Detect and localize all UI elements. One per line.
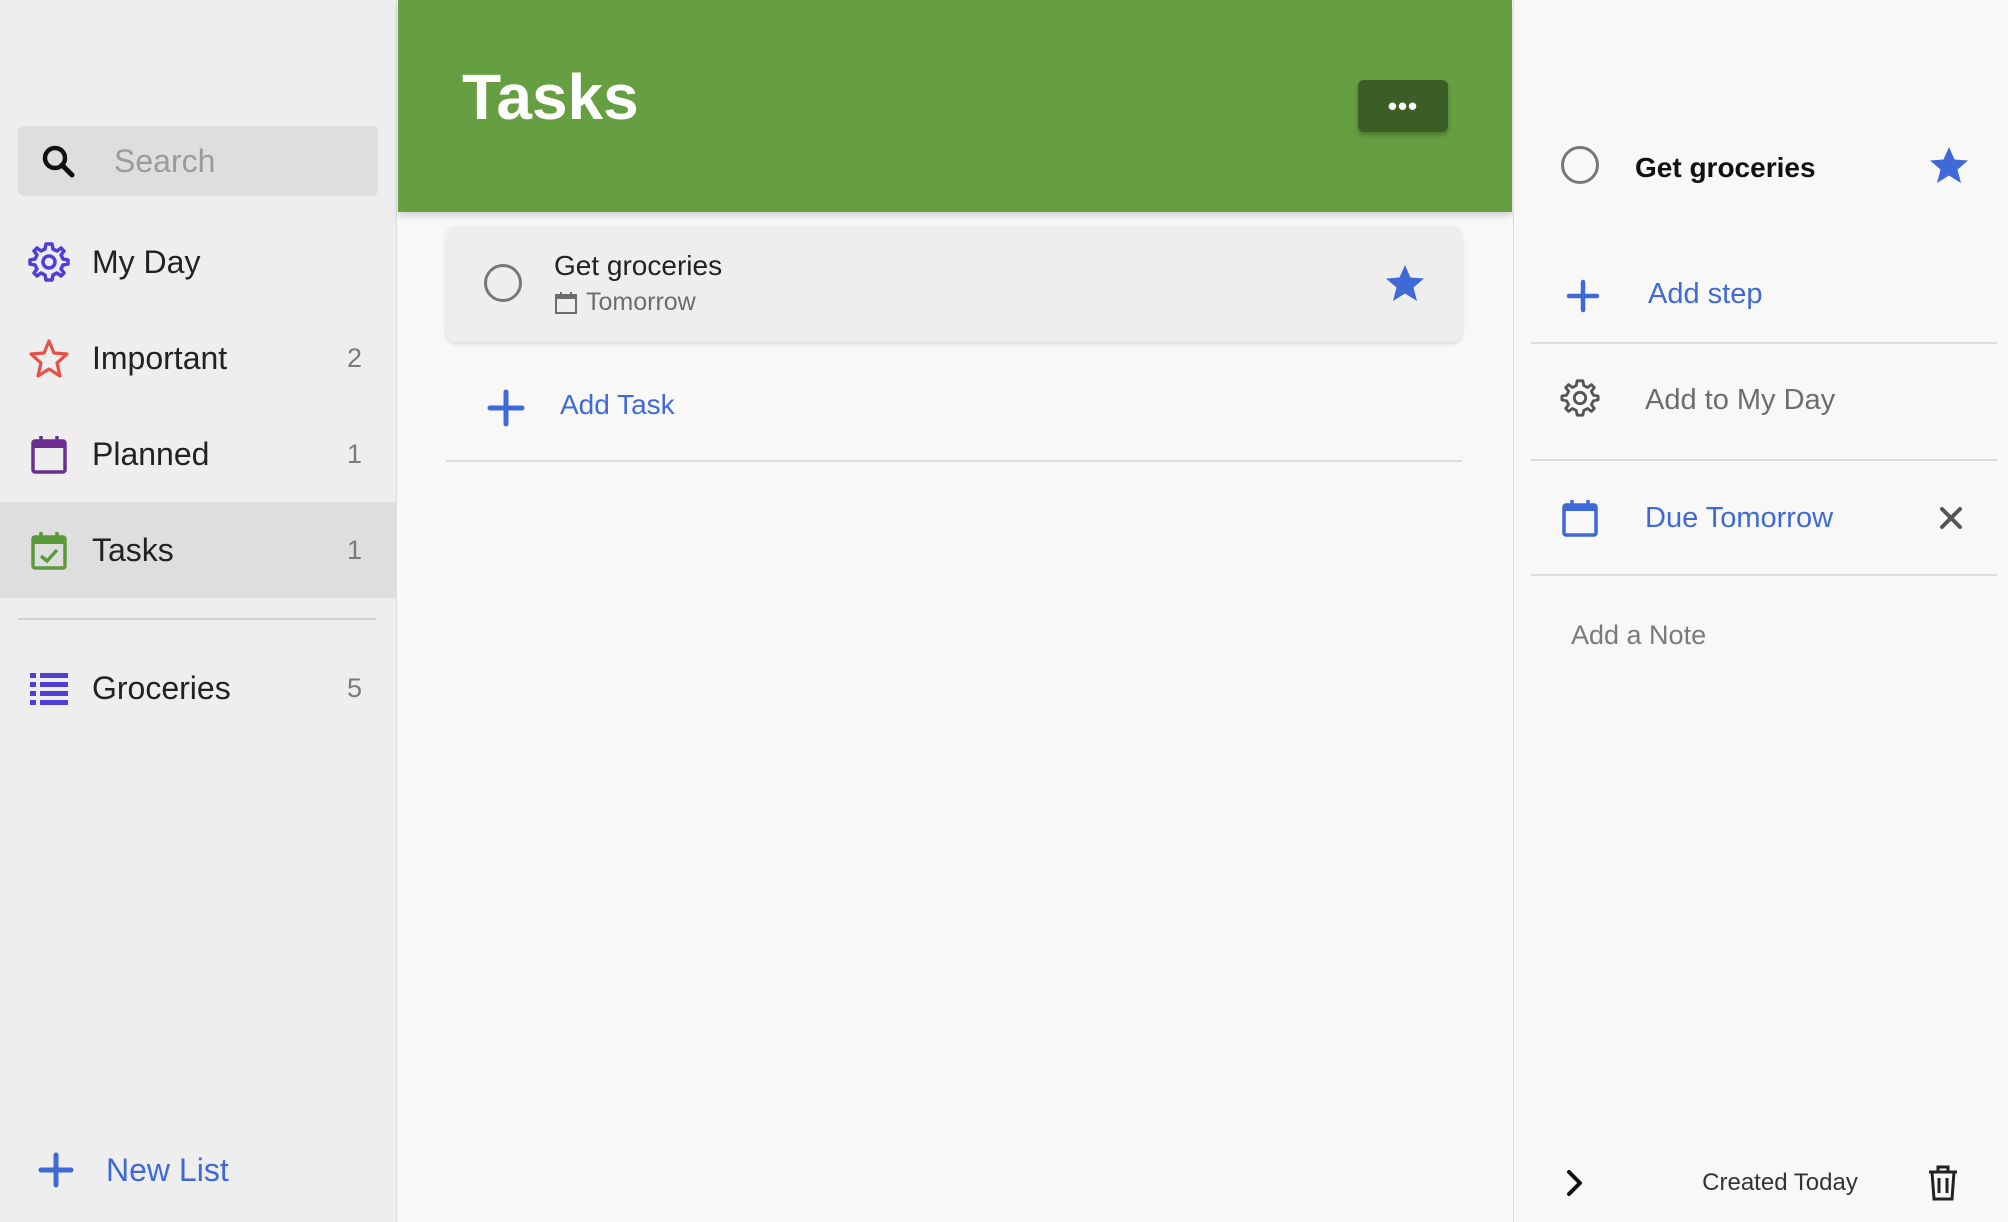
sidebar-item-label: My Day [92, 243, 201, 280]
task-name: Get groceries [554, 250, 723, 281]
detail-task-title[interactable]: Get groceries [1635, 152, 1816, 184]
sidebar-divider [18, 618, 376, 620]
calendar-icon [31, 436, 67, 474]
list-header: Tasks ••• [398, 0, 1512, 212]
search-input[interactable] [114, 126, 364, 196]
sidebar-item-label: Tasks [92, 531, 174, 568]
sidebar-item-count: 5 [346, 672, 362, 703]
add-to-my-day-button[interactable]: Add to My Day [1531, 356, 1997, 456]
plus-icon [487, 389, 525, 427]
sidebar-item-count: 2 [346, 342, 362, 373]
note-field[interactable] [1571, 620, 1971, 651]
due-date-label: Due Tomorrow [1645, 502, 1834, 534]
task-detail-panel: Get groceries Add step Add to My Day Due… [1513, 0, 2008, 1222]
detail-divider [1531, 574, 1997, 576]
trash-icon[interactable] [1926, 1164, 1960, 1202]
add-to-my-day-label: Add to My Day [1645, 384, 1836, 416]
close-icon[interactable] [1935, 502, 1967, 534]
more-options-button[interactable]: ••• [1358, 80, 1448, 132]
star-filled-icon[interactable] [1928, 144, 1970, 186]
sidebar-item-planned[interactable]: Planned 1 [0, 406, 396, 502]
task-item[interactable]: Get groceries Tomorrow [446, 226, 1462, 342]
new-list-button[interactable]: New List [0, 1140, 396, 1200]
sidebar-item-label: Important [92, 339, 228, 376]
due-date-button[interactable]: Due Tomorrow [1531, 472, 1997, 572]
detail-divider [1531, 459, 1997, 461]
sidebar-item-my-day[interactable]: My Day [0, 214, 396, 310]
task-due-label: Tomorrow [586, 288, 696, 316]
calendar-icon [555, 291, 577, 314]
add-task-label: Add Task [560, 389, 675, 420]
created-date-label: Created Today [1702, 1169, 1858, 1196]
sidebar: My Day Important 2 Planned 1 [0, 0, 397, 1222]
sidebar-item-tasks[interactable]: Tasks 1 [0, 502, 396, 598]
gear-icon [1560, 379, 1600, 417]
new-list-label: New List [106, 1151, 229, 1188]
sidebar-item-groceries[interactable]: Groceries 5 [0, 640, 396, 736]
calendar-icon [1562, 500, 1598, 537]
chevron-right-icon[interactable] [1560, 1166, 1590, 1200]
star-filled-icon[interactable] [1384, 262, 1426, 304]
add-step-label: Add step [1648, 278, 1763, 310]
plus-icon [1566, 279, 1600, 313]
gear-icon [28, 242, 70, 282]
page-title: Tasks [462, 61, 639, 133]
app-window: My Day Important 2 Planned 1 [0, 0, 2008, 1222]
sidebar-item-count: 1 [346, 438, 362, 469]
add-task-button[interactable]: Add Task [446, 372, 1462, 462]
calendar-check-icon [31, 532, 67, 570]
task-due: Tomorrow [554, 288, 696, 317]
detail-divider [1531, 342, 1997, 344]
main-panel: Tasks ••• Get groceries Tomorrow Add Tas… [398, 0, 1512, 1222]
sidebar-item-label: Groceries [92, 669, 231, 706]
add-step-button[interactable]: Add step [1531, 256, 1997, 340]
star-outline-icon [29, 339, 69, 378]
task-complete-checkbox[interactable] [484, 264, 522, 302]
plus-icon [38, 1152, 74, 1188]
sidebar-item-count: 1 [346, 534, 362, 565]
sidebar-item-important[interactable]: Important 2 [0, 310, 396, 406]
search-icon [42, 145, 75, 178]
list-icon [30, 673, 68, 705]
sidebar-item-label: Planned [92, 435, 210, 472]
search-box[interactable] [18, 126, 378, 196]
detail-complete-checkbox[interactable] [1561, 146, 1599, 184]
